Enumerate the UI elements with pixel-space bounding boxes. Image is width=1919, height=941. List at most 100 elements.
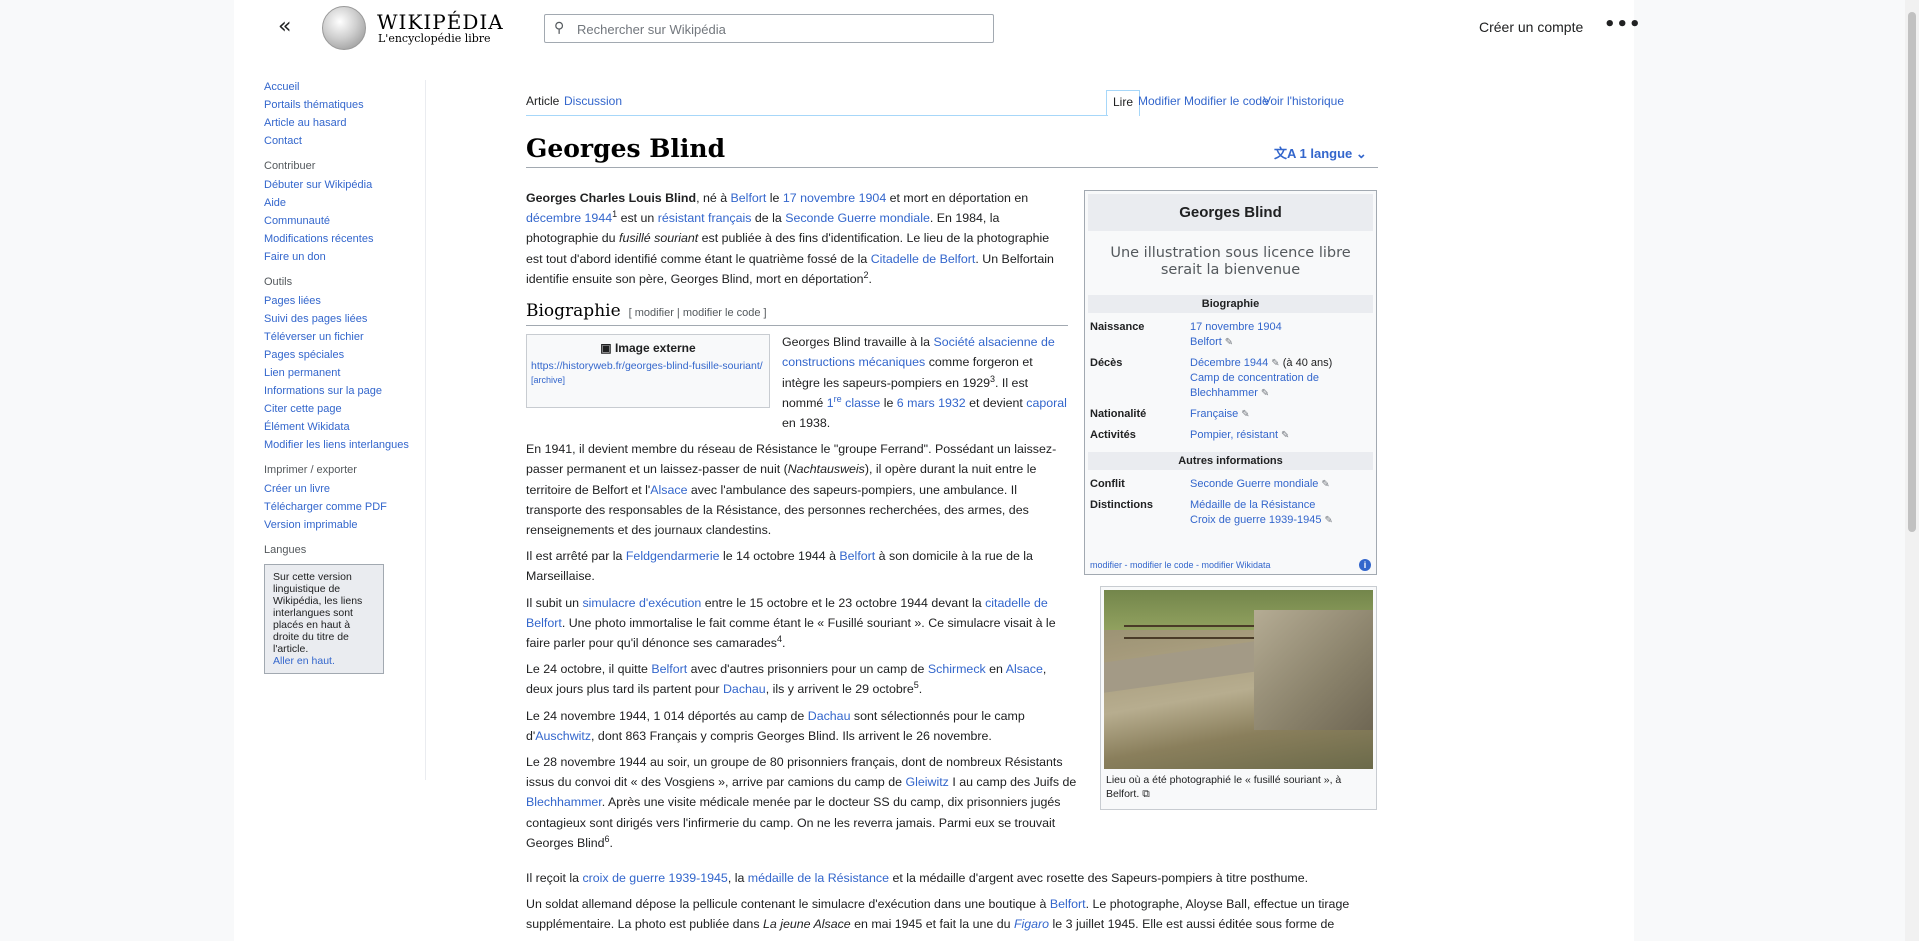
link-sacm[interactable]: Société alsacienne de constructions méca… bbox=[782, 335, 1055, 369]
infobox-edit-links[interactable]: modifier - modifier le code - modifier W… bbox=[1090, 560, 1271, 570]
sidebar-item-contribute-3[interactable]: Modifications récentes bbox=[264, 232, 419, 246]
paragraph-bio2: En 1941, il devient membre du réseau de … bbox=[526, 442, 1057, 538]
tab-edit-code[interactable]: Modifier le code bbox=[1184, 94, 1269, 108]
link-ww2[interactable]: Seconde Guerre mondiale bbox=[785, 211, 930, 225]
pencil-icon[interactable]: ✎ bbox=[1271, 358, 1279, 369]
death-date-link[interactable]: Décembre 1944 bbox=[1190, 357, 1268, 369]
sidebar-item-print-0[interactable]: Créer un livre bbox=[264, 482, 419, 496]
sidebar-item-tools-0[interactable]: Pages liées bbox=[264, 294, 419, 308]
death-place-link[interactable]: Camp de concentration de Blechhammer bbox=[1190, 372, 1319, 399]
link-alsace[interactable]: Alsace bbox=[650, 483, 687, 497]
tab-edit[interactable]: Modifier bbox=[1138, 94, 1181, 108]
link-resistant[interactable]: résistant français bbox=[658, 211, 752, 225]
link-auschwitz[interactable]: Auschwitz bbox=[535, 729, 591, 743]
birth-place-link[interactable]: Belfort bbox=[1190, 336, 1222, 348]
sidebar-item-tools-1[interactable]: Suivi des pages liées bbox=[264, 312, 419, 326]
sidebar-item-contribute-0[interactable]: Débuter sur Wikipédia bbox=[264, 178, 419, 192]
archive-link[interactable]: [archive] bbox=[531, 375, 565, 385]
birth-date-link[interactable]: 17 novembre 1904 bbox=[1190, 321, 1282, 333]
distinction-2-link[interactable]: Croix de guerre 1939-1945 bbox=[1190, 514, 1321, 526]
sidebar-item-tools-4[interactable]: Lien permanent bbox=[264, 366, 419, 380]
scrollbar-thumb[interactable] bbox=[1908, 12, 1916, 532]
belfort-photo[interactable] bbox=[1104, 590, 1373, 769]
nationality-link[interactable]: Française bbox=[1190, 408, 1238, 420]
create-account-link[interactable]: Créer un compte bbox=[1479, 19, 1583, 35]
sidebar-item-tools-3[interactable]: Pages spéciales bbox=[264, 348, 419, 362]
infobox-row-conflict: Conflit Seconde Guerre mondiale ✎ bbox=[1088, 474, 1373, 495]
link-croix-guerre[interactable]: croix de guerre 1939-1945 bbox=[582, 871, 727, 885]
activities-label: Activités bbox=[1090, 429, 1136, 441]
link-figaro[interactable]: Figaro bbox=[1014, 917, 1049, 931]
link-feldgendarmerie[interactable]: Feldgendarmerie bbox=[626, 549, 720, 563]
activities-link[interactable]: Pompier, résistant bbox=[1190, 429, 1278, 441]
info-icon[interactable]: i bbox=[1359, 559, 1371, 571]
link-dachau[interactable]: Dachau bbox=[723, 682, 766, 696]
sidebar-item-main-3[interactable]: Contact bbox=[264, 134, 419, 148]
sidebar-item-print-1[interactable]: Télécharger comme PDF bbox=[264, 500, 419, 514]
link-birthdate[interactable]: 17 novembre 1904 bbox=[783, 191, 886, 205]
sidebar-divider bbox=[425, 80, 426, 780]
sidebar-item-tools-7[interactable]: Élément Wikidata bbox=[264, 420, 419, 434]
sidebar-item-main-2[interactable]: Article au hasard bbox=[264, 116, 419, 130]
search-input[interactable] bbox=[577, 19, 977, 39]
scrollbar[interactable] bbox=[1905, 0, 1919, 941]
pencil-icon[interactable]: ✎ bbox=[1225, 337, 1233, 348]
pencil-icon[interactable]: ✎ bbox=[1261, 388, 1269, 399]
tab-discussion[interactable]: Discussion bbox=[564, 94, 622, 108]
link-schirmeck[interactable]: Schirmeck bbox=[928, 662, 986, 676]
sidebar-item-tools-2[interactable]: Téléverser un fichier bbox=[264, 330, 419, 344]
pencil-icon[interactable]: ✎ bbox=[1281, 430, 1289, 441]
link-gleiwitz[interactable]: Gleiwitz bbox=[906, 775, 949, 789]
language-button[interactable]: 文A 1 langue ⌄ bbox=[1274, 143, 1367, 162]
enlarge-icon[interactable]: ⧉ bbox=[1142, 788, 1150, 800]
link-citadelle[interactable]: Citadelle de Belfort bbox=[871, 252, 976, 266]
section-edit-links[interactable]: [ modifier | modifier le code ] bbox=[629, 307, 767, 319]
external-image-link[interactable]: https://historyweb.fr/georges-blind-fusi… bbox=[531, 360, 763, 372]
link-dachau-2[interactable]: Dachau bbox=[808, 709, 851, 723]
paragraph-bio8: Il reçoit la croix de guerre 1939-1945, … bbox=[526, 871, 1309, 885]
infobox: Georges Blind Une illustration sous lice… bbox=[1084, 190, 1377, 575]
conflict-label: Conflit bbox=[1090, 478, 1125, 490]
go-to-top-link[interactable]: Aller en haut. bbox=[273, 655, 335, 667]
photo-fence bbox=[1124, 625, 1264, 639]
tab-history[interactable]: Voir l'historique bbox=[1263, 94, 1344, 108]
link-belfort[interactable]: Belfort bbox=[731, 191, 767, 205]
death-age: (à 40 ans) bbox=[1282, 357, 1333, 369]
conflict-link[interactable]: Seconde Guerre mondiale bbox=[1190, 478, 1318, 490]
link-alsace-2[interactable]: Alsace bbox=[1006, 662, 1043, 676]
pencil-icon[interactable]: ✎ bbox=[1321, 479, 1329, 490]
sidebar-item-contribute-1[interactable]: Aide bbox=[264, 196, 419, 210]
pencil-icon[interactable]: ✎ bbox=[1241, 409, 1249, 420]
pencil-icon[interactable]: ✎ bbox=[1324, 515, 1332, 526]
sidebar-item-main-0[interactable]: Accueil bbox=[264, 80, 419, 94]
tab-read[interactable]: Lire bbox=[1106, 90, 1141, 116]
link-belfort-3[interactable]: Belfort bbox=[651, 662, 687, 676]
distinction-1-link[interactable]: Médaille de la Résistance bbox=[1190, 499, 1315, 511]
sidebar-item-main-1[interactable]: Portails thématiques bbox=[264, 98, 419, 112]
link-date-1932[interactable]: 6 mars 1932 bbox=[897, 396, 966, 410]
link-caporal[interactable]: caporal bbox=[1026, 396, 1067, 410]
link-death[interactable]: décembre 1944 bbox=[526, 211, 612, 225]
more-options-icon[interactable]: ••• bbox=[1604, 14, 1642, 35]
sidebar-item-tools-6[interactable]: Citer cette page bbox=[264, 402, 419, 416]
external-image-link-row: https://historyweb.fr/georges-blind-fusi… bbox=[531, 359, 765, 387]
page-title: Georges Blind bbox=[526, 134, 726, 163]
collapse-menu-icon[interactable]: « bbox=[278, 16, 302, 40]
link-1re-classe[interactable]: 1re classe bbox=[827, 394, 881, 410]
sidebar-item-contribute-4[interactable]: Faire un don bbox=[264, 250, 419, 264]
paragraph-bio4: Il subit un simulacre d'exécution entre … bbox=[526, 595, 1056, 651]
link-blechhammer[interactable]: Blechhammer bbox=[526, 795, 602, 809]
link-belfort-4[interactable]: Belfort bbox=[1050, 897, 1086, 911]
sidebar-item-print-2[interactable]: Version imprimable bbox=[264, 518, 419, 532]
sidebar-item-tools-8[interactable]: Modifier les liens interlangues bbox=[264, 438, 419, 452]
link-medaille-resistance[interactable]: médaille de la Résistance bbox=[748, 871, 889, 885]
link-simulacre[interactable]: simulacre d'exécution bbox=[582, 596, 701, 610]
paragraph-bio7: Le 28 novembre 1944 au soir, un groupe d… bbox=[526, 755, 1077, 850]
wordmark[interactable]: WIKIPÉDIA bbox=[377, 10, 504, 34]
tab-article[interactable]: Article bbox=[526, 94, 559, 108]
wikipedia-globe-logo[interactable] bbox=[322, 6, 366, 50]
contribute-heading: Contribuer bbox=[264, 160, 316, 172]
sidebar-item-tools-5[interactable]: Informations sur la page bbox=[264, 384, 419, 398]
link-belfort-2[interactable]: Belfort bbox=[839, 549, 875, 563]
sidebar-item-contribute-2[interactable]: Communauté bbox=[264, 214, 419, 228]
